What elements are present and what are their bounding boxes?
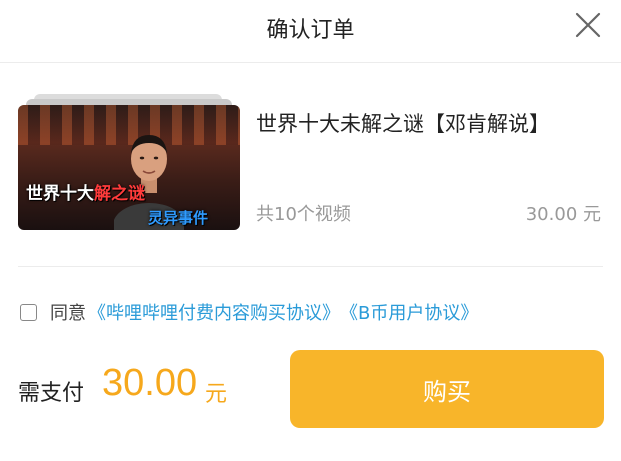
buy-button[interactable]: 购买 (290, 350, 604, 428)
pay-label: 需支付 (18, 381, 85, 406)
course-title: 世界十大未解之谜【邓肯解说】 (256, 112, 550, 136)
course-video-count: 共10个视频 (256, 204, 351, 225)
close-icon[interactable] (571, 8, 605, 42)
agreement-checkbox[interactable] (20, 303, 37, 321)
agreement-prefix: 同意 (50, 303, 86, 324)
course-thumbnail-stack: 世界十大解之谜 灵异事件 (18, 92, 240, 232)
pay-currency-unit: 元 (205, 382, 228, 407)
header-divider (0, 62, 621, 63)
agreement-row: 同意 《哔哩哔哩付费内容购买协议》 《B币用户协议》 (20, 298, 478, 326)
bcoin-agreement-link[interactable]: 《B币用户协议》 (340, 299, 478, 325)
card-divider (18, 266, 603, 267)
page-title: 确认订单 (266, 18, 355, 43)
thumbnail-caption: 世界十大解之谜 (26, 184, 145, 204)
thumbnail-subcaption: 灵异事件 (148, 209, 209, 227)
course-price: 30.00 元 (525, 204, 601, 225)
pay-amount: 30.00 (102, 362, 198, 404)
purchase-agreement-link[interactable]: 《哔哩哔哩付费内容购买协议》 (88, 299, 340, 325)
header: 确认订单 (0, 0, 621, 56)
course-thumbnail[interactable]: 世界十大解之谜 灵异事件 (18, 105, 240, 230)
